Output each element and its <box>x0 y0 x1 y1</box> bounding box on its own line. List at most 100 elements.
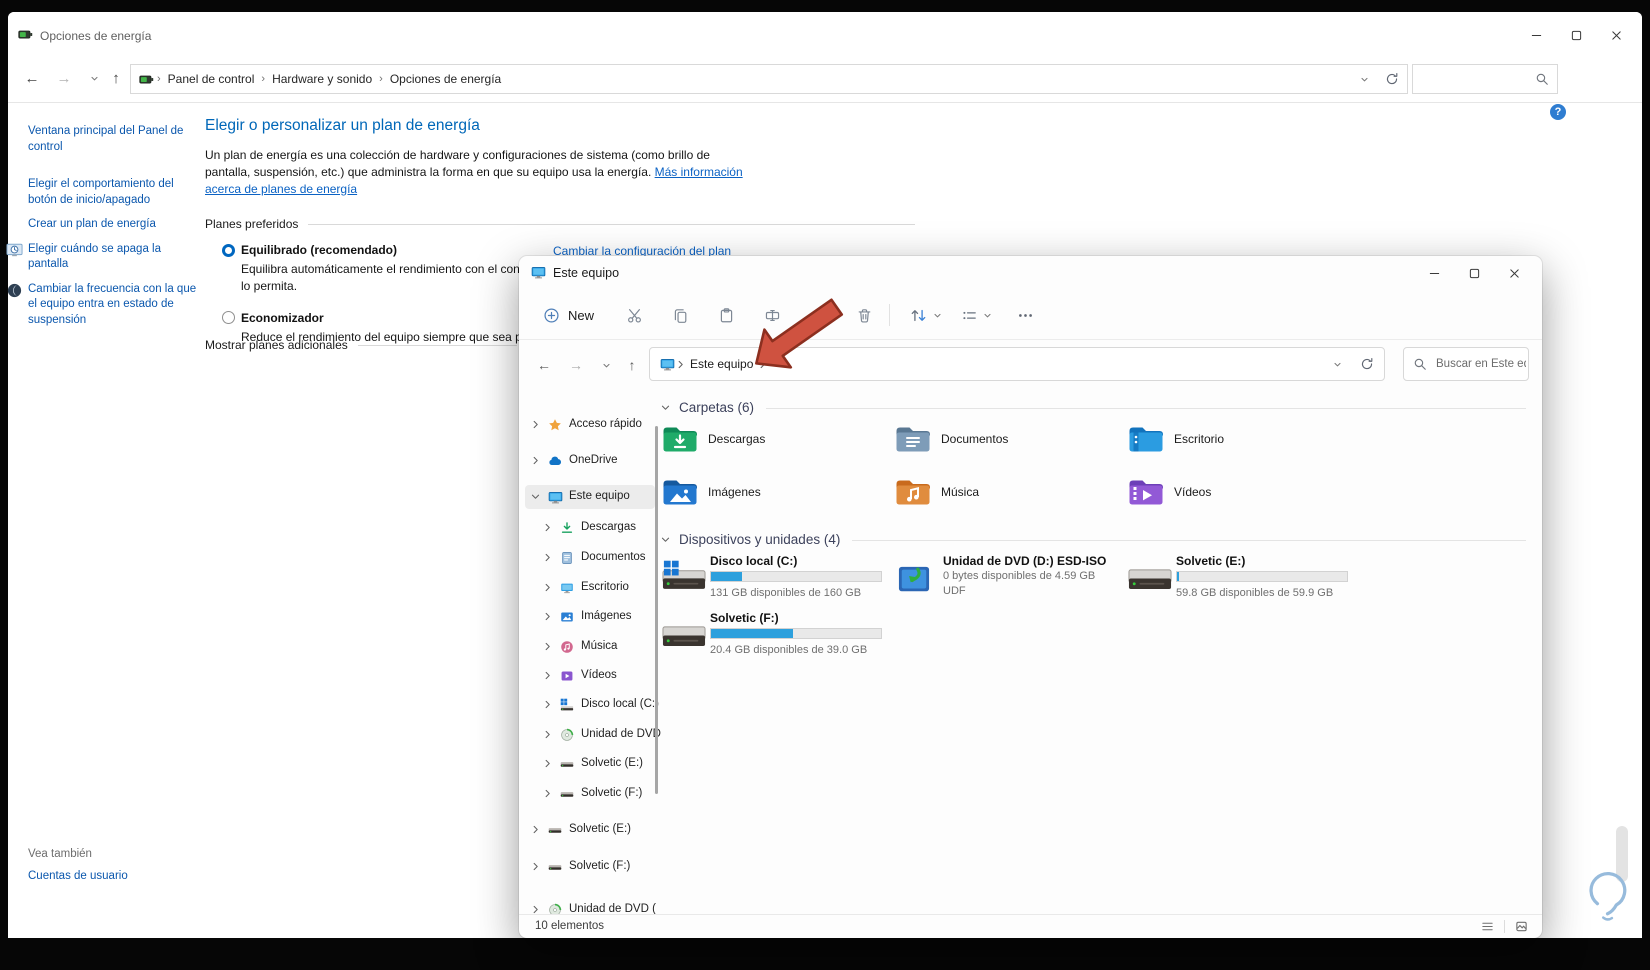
nav-item-documentos[interactable]: Documentos <box>525 546 655 570</box>
nav-item-label: Música <box>581 640 618 652</box>
nav-item-escritorio[interactable]: Escritorio <box>525 576 655 600</box>
nav-item-unidad-de-dvd[interactable]: Unidad de DVD ( <box>525 898 656 914</box>
paste-button[interactable] <box>709 298 743 332</box>
cp-titlebar[interactable]: Opciones de energía <box>8 12 1642 58</box>
help-icon[interactable]: ? <box>1550 104 1566 120</box>
details-view-icon[interactable] <box>1481 920 1494 933</box>
chevron-right-icon[interactable] <box>530 824 541 835</box>
folder-tile-escritorio[interactable]: Escritorio <box>1128 422 1343 466</box>
cp-search-box[interactable] <box>1412 64 1558 94</box>
nav-item-este-equipo[interactable]: Este equipo <box>525 485 655 509</box>
folder-tile-v-deos[interactable]: Vídeos <box>1128 475 1343 519</box>
minimize-button[interactable] <box>1516 20 1556 50</box>
chevron-right-icon[interactable] <box>542 522 553 533</box>
sidebar-task-link[interactable]: Elegir el comportamiento del botón de in… <box>28 177 202 208</box>
nav-item-solvetic-e[interactable]: Solvetic (E:) <box>525 818 655 842</box>
battery-power-icon <box>139 72 154 87</box>
plan-radio-button[interactable] <box>222 243 235 257</box>
sidebar-task-link[interactable]: Cambiar la frecuencia con la que el equi… <box>7 282 202 329</box>
view-icon <box>961 307 978 324</box>
nav-item-unidad-de-dvd[interactable]: Unidad de DVD <box>525 723 661 747</box>
nav-item-label: Solvetic (E:) <box>581 757 643 769</box>
close-button[interactable] <box>1494 258 1534 288</box>
folder-tile-im-genes[interactable]: Imágenes <box>662 475 877 519</box>
explorer-titlebar[interactable]: Este equipo <box>519 256 1542 290</box>
drive-tile-unidad-de-dvd-d-esd-iso[interactable]: Unidad de DVD (D:) ESD-ISO 0 bytes dispon… <box>895 554 1120 606</box>
chevron-down-icon[interactable] <box>660 534 671 545</box>
nav-item-label: Solvetic (F:) <box>569 860 631 872</box>
nav-item-im-genes[interactable]: Imágenes <box>525 605 655 629</box>
nav-item-onedrive[interactable]: OneDrive <box>525 449 655 473</box>
forward-icon[interactable]: → <box>52 66 76 90</box>
breadcrumb-item[interactable]: Opciones de energía <box>386 72 505 86</box>
sidebar-item-control-panel-home[interactable]: Ventana principal del Panel de control <box>28 124 202 155</box>
copy-button[interactable] <box>663 298 697 332</box>
dvd-icon <box>548 903 562 914</box>
nav-item-acceso-r-pido[interactable]: Acceso rápido <box>525 413 655 437</box>
hard-drive-icon <box>548 860 562 874</box>
recent-locations-chevron-icon[interactable] <box>82 66 106 90</box>
nav-item-descargas[interactable]: Descargas <box>525 516 655 540</box>
refresh-icon[interactable] <box>1360 357 1374 371</box>
scrollbar[interactable] <box>655 426 658 794</box>
nav-item-solvetic-f[interactable]: Solvetic (F:) <box>525 855 655 879</box>
folder-documents-icon <box>895 424 931 454</box>
more-button[interactable] <box>1011 298 1040 332</box>
up-icon[interactable]: ↑ <box>104 66 128 90</box>
nav-item-solvetic-f[interactable]: Solvetic (F:) <box>525 782 655 806</box>
chevron-right-icon[interactable] <box>542 788 553 799</box>
chevron-right-icon[interactable] <box>542 758 553 769</box>
chevron-right-icon[interactable] <box>542 670 553 681</box>
sort-button[interactable] <box>903 298 948 332</box>
folder-tile-descargas[interactable]: Descargas <box>662 422 877 466</box>
maximize-button[interactable] <box>1454 258 1494 288</box>
chevron-right-icon[interactable] <box>542 729 553 740</box>
chevron-right-icon[interactable] <box>530 455 541 466</box>
nav-item-solvetic-e[interactable]: Solvetic (E:) <box>525 752 655 776</box>
nav-item-v-deos[interactable]: Vídeos <box>525 664 655 688</box>
folder-name: Documentos <box>941 432 1009 446</box>
refresh-icon[interactable] <box>1385 72 1399 86</box>
cp-address-bar[interactable]: › Panel de control › Hardware y sonido › Opci… <box>130 64 1408 94</box>
section-header-folders[interactable]: Carpetas (6) <box>660 400 1526 415</box>
plan-radio-button[interactable] <box>222 311 235 325</box>
search-input[interactable] <box>1434 357 1528 371</box>
chevron-right-icon[interactable] <box>530 861 541 872</box>
close-button[interactable] <box>1596 20 1636 50</box>
view-button[interactable] <box>955 298 998 332</box>
chevron-right-icon[interactable] <box>530 419 541 430</box>
drive-tile-solvetic-e[interactable]: Solvetic (E:) 59.8 GB disponibles de 59.9… <box>1128 554 1353 606</box>
drive-tile-disco-local-c[interactable]: Disco local (C:) 131 GB disponibles de 16… <box>662 554 887 606</box>
chevron-right-icon[interactable] <box>542 611 553 622</box>
sidebar-task-link[interactable]: Elegir cuándo se apaga la pantalla <box>6 242 202 273</box>
chevron-down-icon[interactable] <box>660 402 671 413</box>
breadcrumb-item[interactable]: Hardware y sonido <box>268 72 376 86</box>
address-dropdown-chevron-icon[interactable] <box>1360 75 1369 84</box>
chevron-right-icon[interactable] <box>530 904 541 914</box>
address-dropdown-chevron-icon[interactable] <box>1333 360 1342 369</box>
local-disk-windows-icon <box>662 560 706 593</box>
chevron-right-icon[interactable] <box>542 552 553 563</box>
sidebar-task-link[interactable]: Crear un plan de energía <box>28 217 202 233</box>
minimize-button[interactable] <box>1414 258 1454 288</box>
chevron-right-icon[interactable] <box>542 641 553 652</box>
chevron-down-icon[interactable] <box>530 491 541 502</box>
plan-name: Economizador <box>241 310 324 325</box>
chevron-right-icon[interactable] <box>542 699 553 710</box>
section-header-devices[interactable]: Dispositivos y unidades (4) <box>660 532 1526 547</box>
folder-tile-documentos[interactable]: Documentos <box>895 422 1110 466</box>
section-title: Carpetas (6) <box>679 400 755 415</box>
back-icon[interactable]: ← <box>20 66 44 90</box>
nav-item-disco-local-c[interactable]: Disco local (C:) <box>525 693 659 717</box>
status-bar: 10 elementos <box>519 914 1542 938</box>
maximize-button[interactable] <box>1556 20 1596 50</box>
drive-tile-solvetic-f[interactable]: Solvetic (F:) 20.4 GB disponibles de 39.0… <box>662 611 887 663</box>
additional-plans-label: Mostrar planes adicionales <box>205 338 348 352</box>
chevron-right-icon[interactable] <box>542 582 553 593</box>
large-icons-view-icon[interactable] <box>1515 920 1528 933</box>
nav-item-m-sica[interactable]: Música <box>525 635 655 659</box>
sidebar-task-label: Cambiar la frecuencia con la que el equi… <box>28 282 197 326</box>
breadcrumb-item[interactable]: Panel de control <box>164 72 259 86</box>
see-also-link[interactable]: Cuentas de usuario <box>28 870 128 882</box>
folder-tile-m-sica[interactable]: Música <box>895 475 1110 519</box>
